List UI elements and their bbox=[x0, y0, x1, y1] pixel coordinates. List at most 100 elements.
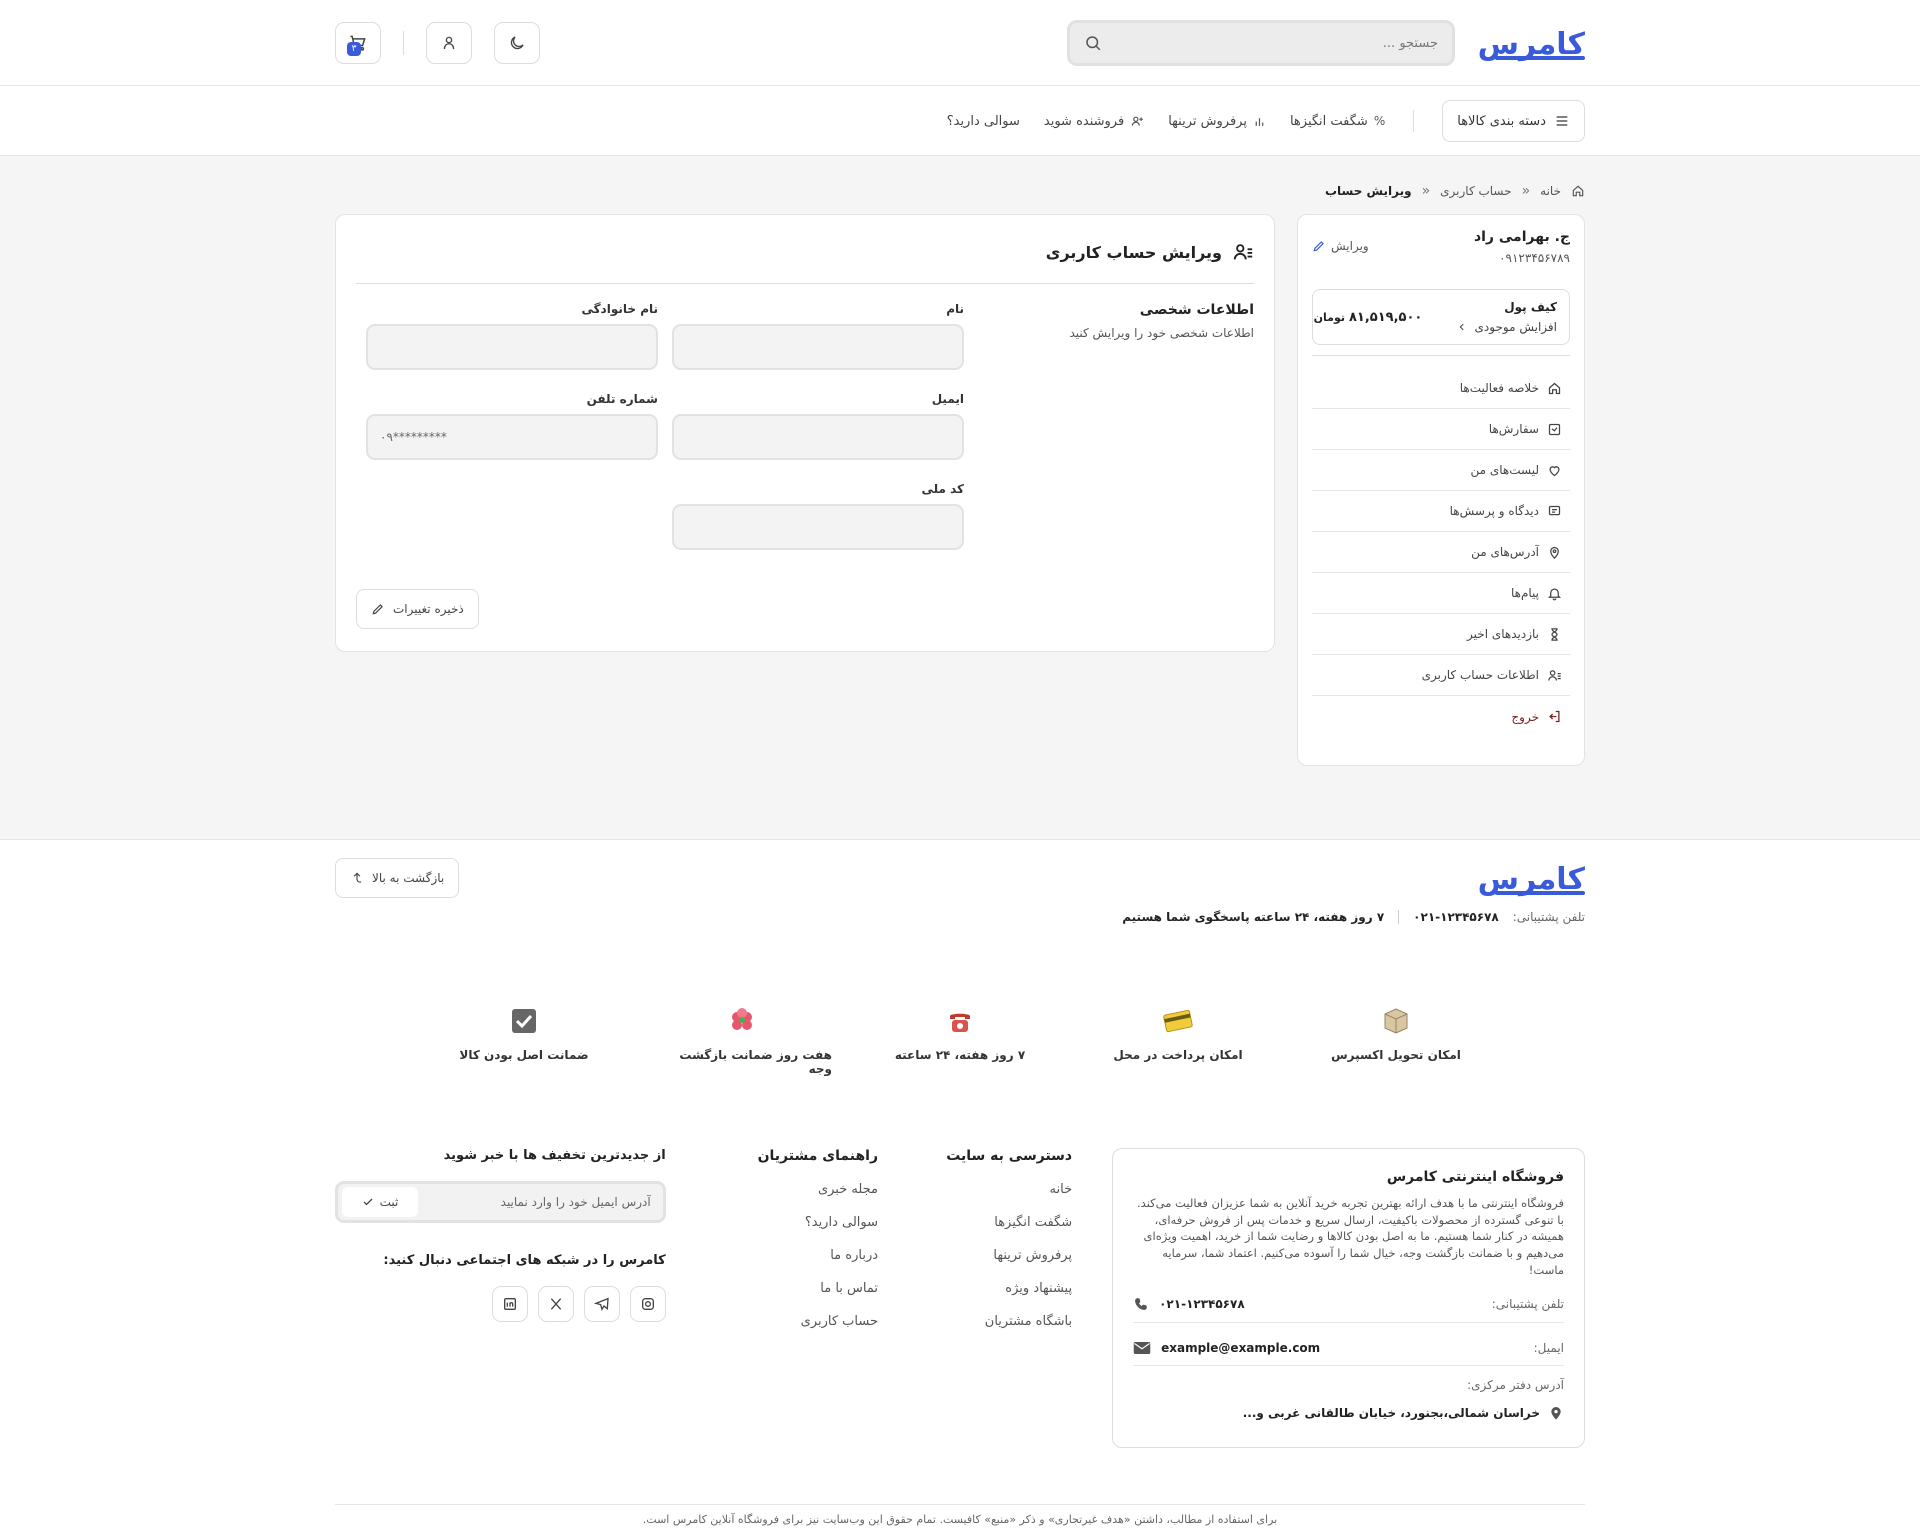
support-phone[interactable]: ۰۲۱-۱۲۳۴۵۶۷۸ bbox=[1413, 910, 1499, 924]
linkedin-icon bbox=[502, 1296, 518, 1312]
national-code-field[interactable] bbox=[672, 504, 964, 550]
footer-link-faq[interactable]: سوالی دارید؟ bbox=[746, 1215, 878, 1230]
hourglass-icon bbox=[1547, 627, 1562, 642]
home-icon bbox=[1547, 381, 1562, 396]
social-links bbox=[335, 1286, 666, 1322]
footer-link-blog[interactable]: مجله خبری bbox=[746, 1182, 878, 1197]
heart-icon bbox=[1547, 463, 1562, 478]
newsletter-input[interactable]: آدرس ایمیل خود را وارد نمایید ثبت bbox=[334, 1181, 666, 1223]
sidebar-item-label: خلاصه فعالیت‌ها bbox=[1459, 381, 1539, 395]
footer-site-links: دسترسی به سایت خانه شگفت انگیزها پرفروش … bbox=[902, 1148, 1072, 1448]
store-description: فروشگاه اینترنتی ما با هدف ارائه بهترین … bbox=[1137, 1196, 1564, 1277]
nav-link-bestsellers[interactable]: پرفروش ترینها bbox=[1168, 114, 1266, 129]
sidebar-item-label: اطلاعات حساب کاربری bbox=[1421, 668, 1539, 682]
wallet-balance: ۸۱,۵۱۹,۵۰۰ تومان bbox=[1314, 309, 1423, 325]
nav-link-amazing[interactable]: % شگفت انگیزها bbox=[1290, 114, 1385, 129]
cart-button[interactable]: ۳ bbox=[335, 22, 381, 64]
sidebar-item-label: آدرس‌های من bbox=[1471, 545, 1539, 559]
sidebar-item-recent-views[interactable]: بازدیدهای اخیر bbox=[1312, 614, 1570, 655]
wallet-increase-link[interactable]: افزایش موجودی bbox=[1457, 320, 1557, 334]
email-field[interactable] bbox=[672, 414, 964, 460]
footer-logo-text: کامرس bbox=[1477, 861, 1585, 897]
panel-title: ویرایش حساب کاربری bbox=[356, 235, 1254, 269]
sidebar-item-lists[interactable]: لیست‌های من bbox=[1312, 450, 1570, 491]
logo[interactable]: کامرس bbox=[1478, 27, 1585, 62]
sidebar-item-addresses[interactable]: آدرس‌های من bbox=[1312, 532, 1570, 573]
contact-phone[interactable]: ۰۲۱-۱۲۳۴۵۶۷۸ bbox=[1133, 1296, 1245, 1312]
sidebar-item-messages[interactable]: پیام‌ها bbox=[1312, 573, 1570, 614]
store-title: فروشگاه اینترنتی کامرس bbox=[1386, 1169, 1564, 1185]
breadcrumb-account[interactable]: حساب کاربری bbox=[1440, 184, 1511, 198]
sidebar-item-logout[interactable]: خروج bbox=[1312, 696, 1570, 737]
footer-customer-guide: راهنمای مشتریان مجله خبری سوالی دارید؟ د… bbox=[746, 1148, 878, 1448]
footer-link-amazing[interactable]: شگفت انگیزها bbox=[902, 1215, 1072, 1230]
footer-logo[interactable]: کامرس bbox=[1477, 861, 1585, 897]
user-settings-icon bbox=[1547, 668, 1562, 683]
search-input[interactable]: جستجو ... bbox=[1067, 20, 1455, 66]
sidebar-item-account-info[interactable]: اطلاعات حساب کاربری bbox=[1312, 655, 1570, 696]
contact-phone-value: ۰۲۱-۱۲۳۴۵۶۷۸ bbox=[1159, 1297, 1245, 1312]
chevron-left-icon: « bbox=[1421, 183, 1431, 199]
home-icon bbox=[1571, 184, 1585, 198]
sidebar-item-label: لیست‌های من bbox=[1470, 463, 1539, 477]
address-row: خراسان شمالی،بجنورد، خیابان طالقانی غربی… bbox=[1133, 1404, 1564, 1422]
first-name-field[interactable] bbox=[672, 324, 964, 370]
wallet-amount: ۸۱,۵۱۹,۵۰۰ bbox=[1349, 309, 1423, 325]
footer-col-title: دسترسی به سایت bbox=[946, 1148, 1073, 1164]
nav-link-faq[interactable]: سوالی دارید؟ bbox=[947, 114, 1020, 129]
pencil-icon bbox=[1312, 239, 1326, 253]
wallet-card[interactable]: کیف پول افزایش موجودی ۸۱,۵۱۹,۵۰۰ تومان bbox=[1312, 289, 1570, 345]
top-header: کامرس جستجو ... ۳ bbox=[0, 0, 1920, 86]
footer-link-account[interactable]: حساب کاربری bbox=[746, 1314, 878, 1329]
edit-label: ویرایش bbox=[1331, 239, 1369, 253]
phone-field[interactable]: ۰۹********* bbox=[366, 414, 658, 460]
theme-toggle-button[interactable] bbox=[494, 22, 540, 64]
check-icon bbox=[362, 1196, 374, 1208]
sidebar-item-orders[interactable]: سفارش‌ها bbox=[1312, 409, 1570, 450]
national-code-label: کد ملی bbox=[921, 482, 964, 496]
telephone-icon bbox=[945, 1006, 975, 1036]
nav-link-label: شگفت انگیزها bbox=[1289, 113, 1368, 129]
search-icon[interactable] bbox=[1084, 34, 1102, 52]
contact-email[interactable]: example@example.com bbox=[1133, 1341, 1320, 1355]
moon-icon bbox=[508, 34, 526, 52]
newsletter-placeholder: آدرس ایمیل خود را وارد نمایید bbox=[500, 1195, 651, 1209]
telegram-button[interactable] bbox=[583, 1286, 620, 1322]
user-account-button[interactable] bbox=[426, 22, 472, 64]
breadcrumb-home[interactable]: خانه bbox=[1540, 184, 1561, 198]
email-label: ایمیل bbox=[931, 392, 964, 406]
flower-icon bbox=[727, 1006, 757, 1036]
footer-link-customer-club[interactable]: باشگاه مشتریان bbox=[902, 1314, 1072, 1329]
footer-link-home[interactable]: خانه bbox=[902, 1182, 1073, 1197]
sidebar-divider bbox=[1312, 355, 1570, 356]
panel-title-text: ویرایش حساب کاربری bbox=[1045, 242, 1222, 262]
footer-link-contact[interactable]: تماس با ما bbox=[746, 1281, 878, 1296]
linkedin-button[interactable] bbox=[491, 1286, 528, 1322]
categories-button[interactable]: دسته بندی کالاها bbox=[1442, 100, 1585, 142]
section-subtitle: اطلاعات شخصی خود را ویرایش کنید bbox=[1069, 326, 1254, 340]
x-button[interactable] bbox=[537, 1286, 574, 1322]
sidebar-item-label: سفارش‌ها bbox=[1488, 422, 1539, 436]
footer-link-about[interactable]: درباره ما bbox=[746, 1248, 878, 1263]
last-name-group: نام خانوادگی bbox=[366, 302, 658, 370]
last-name-field[interactable] bbox=[366, 324, 658, 370]
header-divider bbox=[403, 31, 404, 55]
sidebar-item-activity-summary[interactable]: خلاصه فعالیت‌ها bbox=[1312, 368, 1570, 409]
nav-link-become-seller[interactable]: فروشنده شوید bbox=[1044, 114, 1144, 129]
save-button[interactable]: ذخیره تغییرات bbox=[356, 589, 479, 629]
account-sidebar: ج. بهرامی راد ۰۹۱۲۳۴۵۶۷۸۹ ویرایش کیف پول bbox=[1297, 214, 1585, 766]
main-nav: دسته بندی کالاها % شگفت انگیزها پرفروش ت… bbox=[0, 86, 1920, 156]
footer-col-title: راهنمای مشتریان bbox=[757, 1148, 879, 1164]
user-icon bbox=[440, 34, 458, 52]
footer-link-bestsellers[interactable]: پرفروش ترینها bbox=[902, 1248, 1072, 1263]
menu-icon bbox=[1554, 113, 1570, 129]
nav-link-label: فروشنده شوید bbox=[1043, 113, 1125, 129]
pencil-icon bbox=[371, 602, 385, 616]
instagram-button[interactable] bbox=[629, 1286, 666, 1322]
edit-profile-link[interactable]: ویرایش bbox=[1312, 239, 1369, 253]
back-to-top-button[interactable]: بازگشت به بالا bbox=[335, 858, 460, 898]
newsletter-submit-button[interactable]: ثبت bbox=[341, 1187, 418, 1217]
newsletter-submit-label: ثبت bbox=[379, 1195, 399, 1209]
footer-link-special-offer[interactable]: پیشنهاد ویژه bbox=[902, 1281, 1072, 1296]
sidebar-item-reviews[interactable]: دیدگاه و پرسش‌ها bbox=[1312, 491, 1570, 532]
